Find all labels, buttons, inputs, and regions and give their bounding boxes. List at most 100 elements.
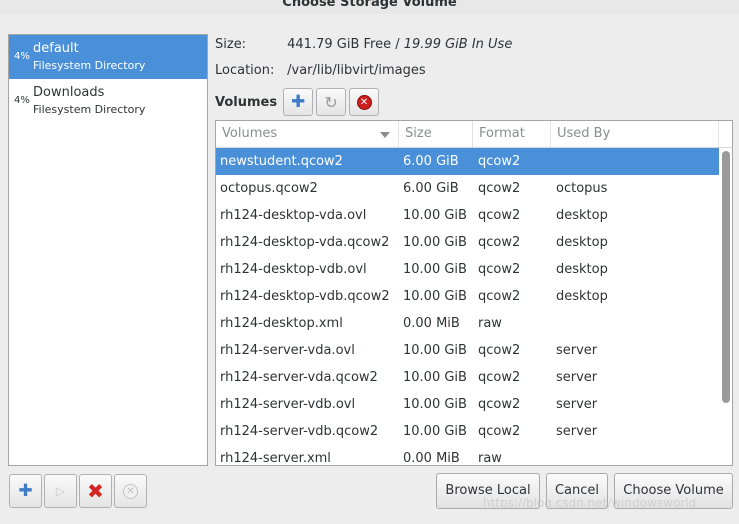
table-row[interactable]: rh124-server-vdb.qcow2 10.00 GiB qcow2 serv… [216, 418, 719, 445]
add-pool-button[interactable]: ✚ [9, 474, 42, 508]
delete-pool-button[interactable]: ✖ [79, 474, 112, 508]
pool-type: Filesystem Directory [33, 103, 146, 116]
pool-item-default[interactable]: 4% default Filesystem Directory [9, 35, 207, 79]
volume-format-cell: qcow2 [478, 235, 521, 250]
volume-name-cell: rh124-desktop.xml [220, 316, 343, 331]
volume-format-cell: qcow2 [478, 262, 521, 277]
table-row[interactable]: rh124-server.xml 0.00 MiB raw [216, 445, 719, 466]
volume-size-cell: 10.00 GiB [403, 370, 467, 385]
volume-used-by-cell: server [556, 343, 598, 358]
volume-format-cell: raw [478, 451, 502, 466]
window-title-bar: Choose Storage Volume [0, 0, 739, 14]
size-in-use: 19.99 GiB In Use [403, 37, 513, 52]
volume-format-cell: qcow2 [478, 154, 521, 169]
pool-usage-percent: 4% [14, 95, 30, 106]
choose-volume-button[interactable]: Choose Volume [614, 473, 733, 509]
volumes-label: Volumes [215, 94, 278, 110]
pool-name: default [33, 41, 79, 56]
start-pool-button[interactable]: ▷ [44, 474, 77, 508]
volume-size-cell: 10.00 GiB [403, 343, 467, 358]
volume-size-cell: 6.00 GiB [403, 181, 459, 196]
table-row[interactable]: rh124-desktop-vda.ovl 10.00 GiB qcow2 deskt… [216, 202, 719, 229]
table-row[interactable]: newstudent.qcow2 6.00 GiB qcow2 [216, 148, 719, 175]
stop-pool-button[interactable]: ✕ [114, 474, 147, 508]
column-header-volumes[interactable]: Volumes [216, 121, 399, 147]
volume-format-cell: qcow2 [478, 289, 521, 304]
storage-pool-list[interactable]: 4% default Filesystem Directory 4% Downl… [8, 34, 208, 466]
play-icon: ▷ [55, 484, 66, 498]
volume-name-cell: rh124-desktop-vda.qcow2 [220, 235, 390, 250]
table-row[interactable]: rh124-desktop-vdb.ovl 10.00 GiB qcow2 deskt… [216, 256, 719, 283]
volume-format-cell: qcow2 [478, 181, 521, 196]
volume-used-by-cell: server [556, 424, 598, 439]
volume-format-cell: qcow2 [478, 424, 521, 439]
size-label: Size: [215, 37, 247, 52]
pool-actions: ✚ ▷ ✖ ✕ [9, 474, 149, 508]
volumes-table[interactable]: Volumes Size Format Used By newstudent.q… [215, 120, 733, 466]
pool-name: Downloads [33, 85, 105, 100]
size-value: 441.79 GiB Free / 19.99 GiB In Use [287, 37, 512, 52]
volume-size-cell: 10.00 GiB [403, 262, 467, 277]
refresh-icon: ↻ [324, 92, 338, 112]
column-header-used-by[interactable]: Used By [551, 121, 719, 147]
refresh-volumes-button[interactable]: ↻ [316, 88, 347, 116]
volume-format-cell: qcow2 [478, 397, 521, 412]
table-row[interactable]: rh124-desktop.xml 0.00 MiB raw [216, 310, 719, 337]
table-row[interactable]: rh124-server-vdb.ovl 10.00 GiB qcow2 server [216, 391, 719, 418]
location-label: Location: [215, 63, 275, 78]
location-value: /var/lib/libvirt/images [287, 63, 426, 78]
table-row[interactable]: rh124-desktop-vdb.qcow2 10.00 GiB qcow2 des… [216, 283, 719, 310]
volume-name-cell: rh124-server-vdb.ovl [220, 397, 356, 412]
volume-format-cell: qcow2 [478, 370, 521, 385]
volume-used-by-cell: server [556, 397, 598, 412]
delete-volume-button[interactable]: ✕ [349, 88, 380, 116]
pool-item-downloads[interactable]: 4% Downloads Filesystem Directory [9, 79, 207, 123]
plus-icon: ✚ [18, 481, 33, 501]
cancel-button[interactable]: Cancel [546, 473, 608, 509]
table-row[interactable]: rh124-server-vda.qcow2 10.00 GiB qcow2 serv… [216, 364, 719, 391]
add-volume-button[interactable]: ✚ [283, 88, 314, 116]
pool-size-row: Size: 441.79 GiB Free / 19.99 GiB In Use [215, 36, 512, 54]
table-row[interactable]: rh124-desktop-vda.qcow2 10.00 GiB qcow2 des… [216, 229, 719, 256]
volume-size-cell: 10.00 GiB [403, 289, 467, 304]
plus-icon: ✚ [290, 92, 306, 112]
volume-size-cell: 10.00 GiB [403, 424, 467, 439]
volumes-toolbar: Volumes ✚ ↻ ✕ [215, 88, 382, 116]
delete-icon: ✖ [87, 479, 104, 503]
volume-name-cell: newstudent.qcow2 [220, 154, 343, 169]
volume-size-cell: 0.00 MiB [403, 316, 460, 331]
window-title: Choose Storage Volume [282, 0, 457, 10]
pool-usage-percent: 4% [14, 51, 30, 62]
volume-name-cell: rh124-server.xml [220, 451, 331, 466]
pool-type: Filesystem Directory [33, 59, 146, 72]
volume-name-cell: rh124-server-vda.qcow2 [220, 370, 378, 385]
volume-format-cell: raw [478, 316, 502, 331]
volume-name-cell: rh124-desktop-vdb.qcow2 [220, 289, 390, 304]
volume-size-cell: 6.00 GiB [403, 154, 459, 169]
table-header: Volumes Size Format Used By [216, 121, 732, 148]
volume-format-cell: qcow2 [478, 343, 521, 358]
column-header-size[interactable]: Size [399, 121, 473, 147]
column-header-format[interactable]: Format [473, 121, 551, 147]
volume-format-cell: qcow2 [478, 208, 521, 223]
size-free: 441.79 GiB Free / [287, 37, 400, 52]
volume-size-cell: 0.00 MiB [403, 451, 460, 466]
volume-used-by-cell [551, 310, 719, 337]
table-row[interactable]: octopus.qcow2 6.00 GiB qcow2 octopus [216, 175, 719, 202]
volume-size-cell: 10.00 GiB [403, 208, 467, 223]
volume-name-cell: rh124-server-vdb.qcow2 [220, 424, 379, 439]
volume-size-cell: 10.00 GiB [403, 235, 467, 250]
table-row[interactable]: rh124-server-vda.ovl 10.00 GiB qcow2 server [216, 337, 719, 364]
volume-used-by-cell: desktop [556, 262, 608, 277]
browse-local-button[interactable]: Browse Local [436, 473, 540, 509]
table-body: newstudent.qcow2 6.00 GiB qcow2 octopus.qco… [216, 148, 719, 466]
stop-icon: ✕ [356, 94, 372, 110]
volume-used-by-cell: server [556, 370, 598, 385]
volume-used-by-cell [551, 445, 719, 465]
volume-name-cell: rh124-server-vda.ovl [220, 343, 355, 358]
table-scrollbar[interactable] [722, 151, 730, 403]
volume-size-cell: 10.00 GiB [403, 397, 467, 412]
volume-name-cell: rh124-desktop-vda.ovl [220, 208, 367, 223]
volume-name-cell: rh124-desktop-vdb.ovl [220, 262, 367, 277]
volume-used-by-cell [551, 148, 719, 175]
